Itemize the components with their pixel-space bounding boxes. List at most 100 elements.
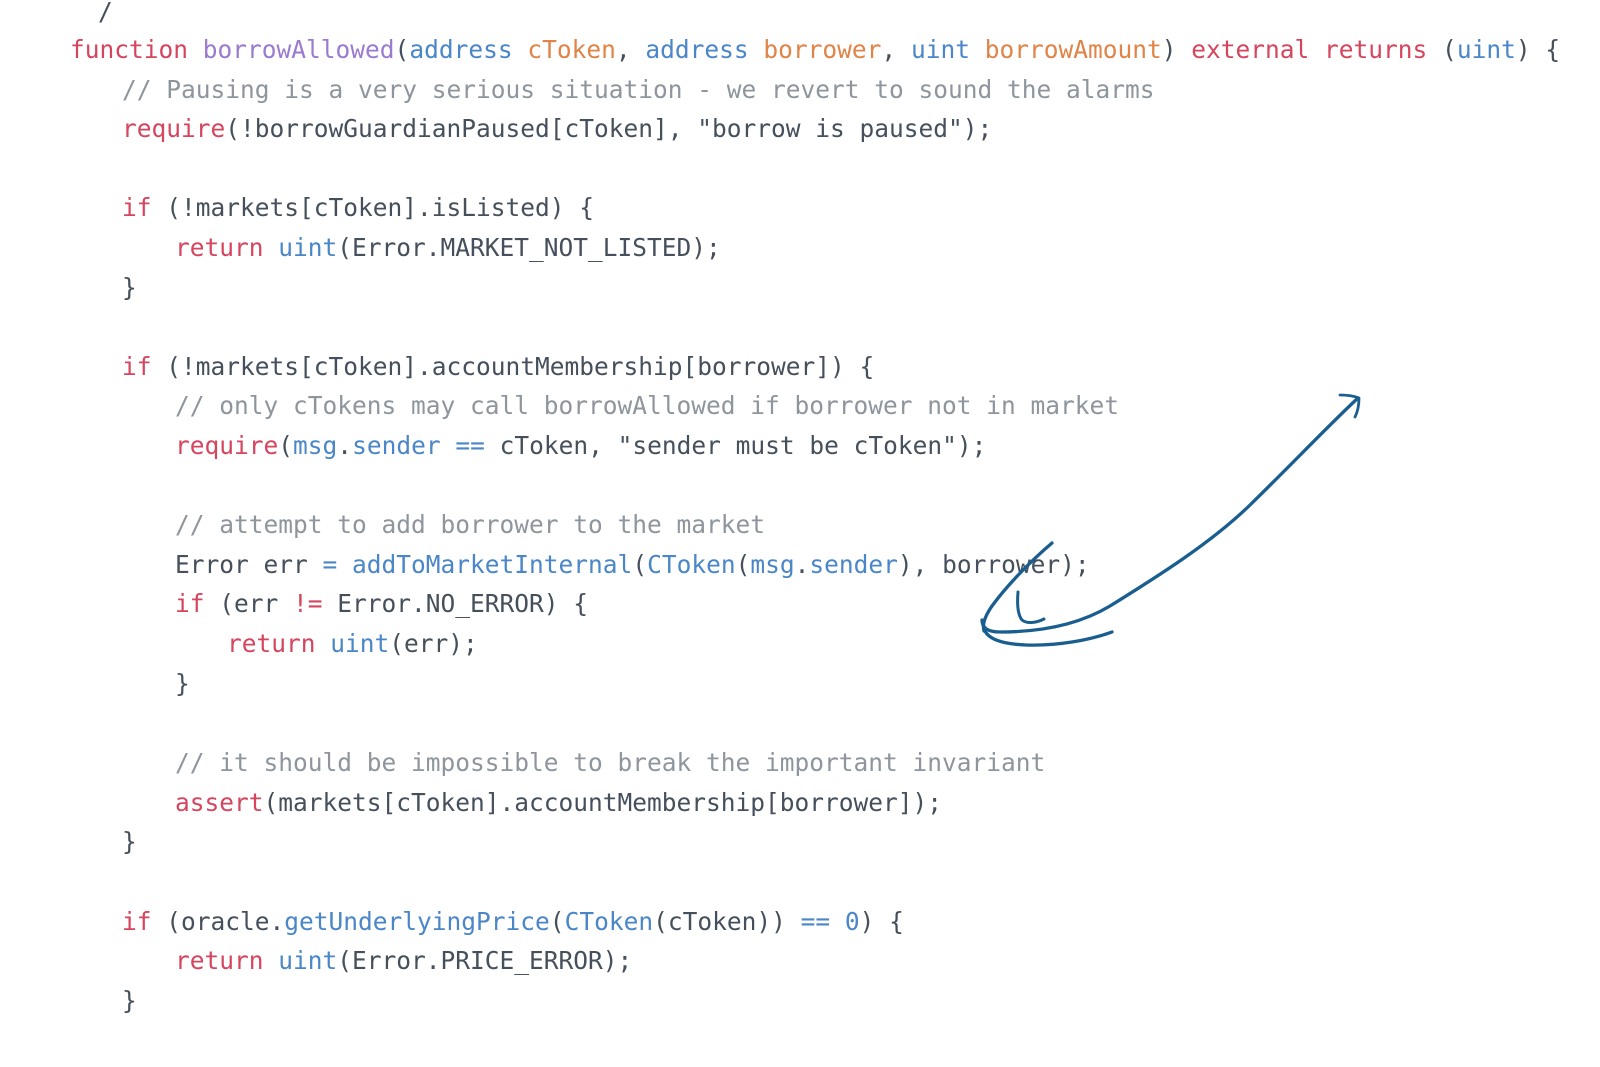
code-screenshot: / function borrowAllowed(address cToken, … xyxy=(0,0,1600,1067)
code-token: if xyxy=(122,193,152,222)
code-token: (Error.PRICE_ERROR); xyxy=(337,946,633,975)
code-token: assert xyxy=(175,788,264,817)
code-token: ( xyxy=(632,550,648,579)
code-token: / xyxy=(98,0,113,26)
code-token: address xyxy=(645,35,749,64)
code-token: // Pausing is a very serious situation -… xyxy=(122,75,1155,104)
code-token: != xyxy=(293,589,323,618)
code-token: ( xyxy=(735,550,751,579)
code-line[interactable]: assert(markets[cToken].accountMembership… xyxy=(175,783,942,822)
code-line[interactable]: function borrowAllowed(address cToken, a… xyxy=(70,30,1560,69)
code-line[interactable]: return uint(Error.PRICE_ERROR); xyxy=(175,941,632,980)
code-token: . xyxy=(794,550,810,579)
code-token: } xyxy=(122,986,137,1015)
code-token: , xyxy=(615,35,646,64)
code-token: Error err xyxy=(175,550,323,579)
code-token: CToken xyxy=(647,550,736,579)
code-line[interactable]: return uint(err); xyxy=(227,624,478,663)
code-token: returns xyxy=(1324,35,1428,64)
code-token: ) { xyxy=(859,907,904,936)
code-token: (!borrowGuardianPaused[cToken], xyxy=(225,114,698,143)
code-token: ( xyxy=(1427,35,1457,64)
code-token: cToken, xyxy=(484,431,618,460)
code-line[interactable]: } xyxy=(175,664,190,703)
code-line[interactable]: if (!markets[cToken].isListed) { xyxy=(122,188,594,227)
code-line[interactable]: // only cTokens may call borrowAllowed i… xyxy=(175,386,1119,425)
code-token: == xyxy=(800,907,831,936)
code-token: ); xyxy=(962,114,993,143)
code-token: uint xyxy=(910,35,970,64)
code-line[interactable]: if (err != Error.NO_ERROR) { xyxy=(175,584,588,623)
code-token: if xyxy=(175,589,205,618)
code-line[interactable]: } xyxy=(122,981,137,1020)
code-token: ( xyxy=(394,35,410,64)
code-token: = xyxy=(322,550,338,579)
code-token: sender xyxy=(809,550,898,579)
code-line[interactable]: if (!markets[cToken].accountMembership[b… xyxy=(122,347,874,386)
code-token: ( xyxy=(549,907,565,936)
code-token: require xyxy=(175,431,279,460)
code-line[interactable]: require(!borrowGuardianPaused[cToken], "… xyxy=(122,109,992,148)
code-token: (err); xyxy=(389,629,478,658)
code-token: "sender must be cToken" xyxy=(617,431,957,460)
code-line[interactable]: if (oracle.getUnderlyingPrice(CToken(cTo… xyxy=(122,902,904,941)
code-token: cToken xyxy=(527,35,616,64)
code-token: getUnderlyingPrice xyxy=(284,907,550,936)
source-code-block[interactable]: / function borrowAllowed(address cToken, … xyxy=(0,0,1600,1067)
code-token: 0 xyxy=(844,907,860,936)
code-token: return xyxy=(175,233,264,262)
code-line[interactable]: / xyxy=(98,0,113,31)
code-token: uint xyxy=(330,629,390,658)
code-token: , xyxy=(881,35,911,64)
code-token: external xyxy=(1191,35,1310,64)
code-token: msg xyxy=(293,431,338,460)
code-token: // attempt to add borrower to the market xyxy=(175,510,766,539)
code-token: "borrow is paused" xyxy=(697,114,963,143)
code-line[interactable]: Error err = addToMarketInternal(CToken(m… xyxy=(175,545,1090,584)
code-line[interactable]: // Pausing is a very serious situation -… xyxy=(122,70,1155,109)
code-token: return xyxy=(227,629,316,658)
code-token: (err xyxy=(204,589,294,618)
code-token: uint xyxy=(1456,35,1516,64)
code-token: if xyxy=(122,352,152,381)
code-token: require xyxy=(122,114,226,143)
code-token: address xyxy=(409,35,513,64)
code-token: // it should be impossible to break the … xyxy=(175,748,1046,777)
code-token: (!markets[cToken].isListed) { xyxy=(151,193,595,222)
code-line[interactable]: require(msg.sender == cToken, "sender mu… xyxy=(175,426,986,465)
code-token: sender xyxy=(352,431,441,460)
code-token: Error.NO_ERROR) { xyxy=(322,589,589,618)
code-token: ), borrower); xyxy=(897,550,1090,579)
code-token: borrowAmount xyxy=(984,35,1162,64)
code-line[interactable]: return uint(Error.MARKET_NOT_LISTED); xyxy=(175,228,721,267)
code-token: ) xyxy=(1161,35,1192,64)
code-line[interactable]: // attempt to add borrower to the market xyxy=(175,505,765,544)
code-token: addToMarketInternal xyxy=(352,550,633,579)
code-token: } xyxy=(122,273,137,302)
code-token: (markets[cToken].accountMembership[borro… xyxy=(263,788,943,817)
code-token: ) { xyxy=(1515,35,1561,64)
code-token: CToken xyxy=(564,907,654,936)
code-line[interactable]: } xyxy=(122,268,137,307)
code-token: borrowAllowed xyxy=(202,35,395,64)
code-token: (Error.MARKET_NOT_LISTED); xyxy=(337,233,721,262)
code-token: (oracle. xyxy=(151,907,285,936)
code-line[interactable]: // it should be impossible to break the … xyxy=(175,743,1045,782)
code-line[interactable]: } xyxy=(122,822,137,861)
code-token: (cToken)) xyxy=(653,907,801,936)
code-token: if xyxy=(122,907,152,936)
code-token: function xyxy=(70,35,189,64)
code-token: return xyxy=(175,946,264,975)
code-token: } xyxy=(175,669,190,698)
code-token: uint xyxy=(278,946,338,975)
